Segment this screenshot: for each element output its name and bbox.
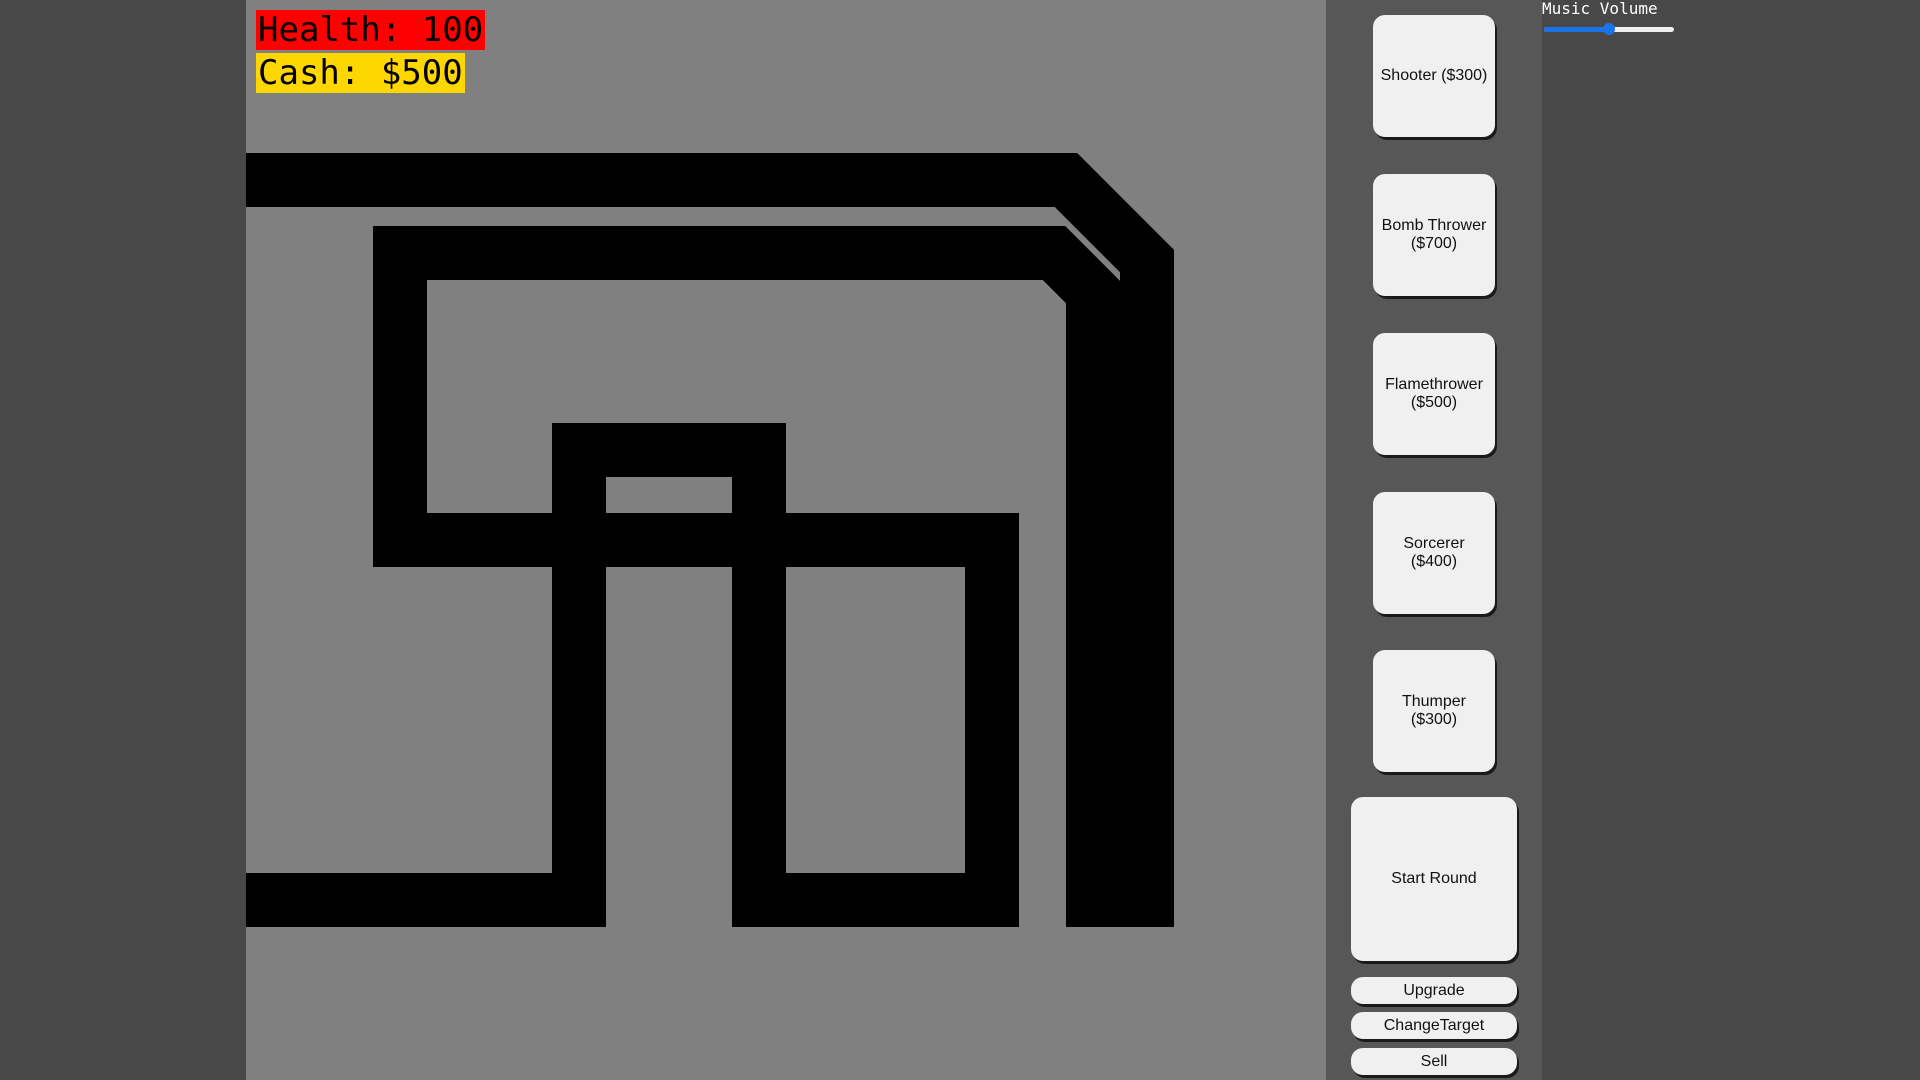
shooter-tower-button[interactable]: Shooter ($300) — [1373, 15, 1495, 137]
change-target-button[interactable]: ChangeTarget — [1351, 1012, 1517, 1039]
volume-slider-thumb[interactable] — [1603, 23, 1615, 35]
flamethrower-tower-label: Flamethrower ($500) — [1385, 376, 1483, 411]
volume-slider-fill — [1544, 27, 1609, 32]
cash-display: Cash: $500 — [256, 53, 465, 93]
tower-shop-panel: Shooter ($300) Bomb Thrower ($700) Flame… — [1326, 0, 1542, 1080]
bomb-thrower-tower-button[interactable]: Bomb Thrower ($700) — [1373, 174, 1495, 296]
enemy-path — [246, 153, 1174, 927]
sorcerer-tower-label: Sorcerer ($400) — [1403, 535, 1465, 570]
music-volume-slider[interactable] — [1544, 23, 1674, 35]
sorcerer-tower-button[interactable]: Sorcerer ($400) — [1373, 492, 1495, 614]
game-map[interactable]: Health: 100 Cash: $500 — [246, 0, 1326, 1080]
flamethrower-tower-button[interactable]: Flamethrower ($500) — [1373, 333, 1495, 455]
shooter-tower-label: Shooter ($300) — [1380, 67, 1488, 84]
start-round-button[interactable]: Start Round — [1351, 797, 1517, 961]
sell-button[interactable]: Sell — [1351, 1048, 1517, 1075]
path-segment — [246, 153, 1174, 927]
thumper-tower-button[interactable]: Thumper ($300) — [1373, 650, 1495, 772]
music-volume-label: Music Volume — [1542, 0, 1658, 18]
thumper-tower-label: Thumper ($300) — [1401, 693, 1467, 728]
upgrade-button[interactable]: Upgrade — [1351, 977, 1517, 1004]
bomb-thrower-tower-label: Bomb Thrower ($700) — [1381, 217, 1487, 252]
music-volume-control: Music Volume — [1542, 0, 1742, 40]
health-display: Health: 100 — [256, 10, 486, 50]
